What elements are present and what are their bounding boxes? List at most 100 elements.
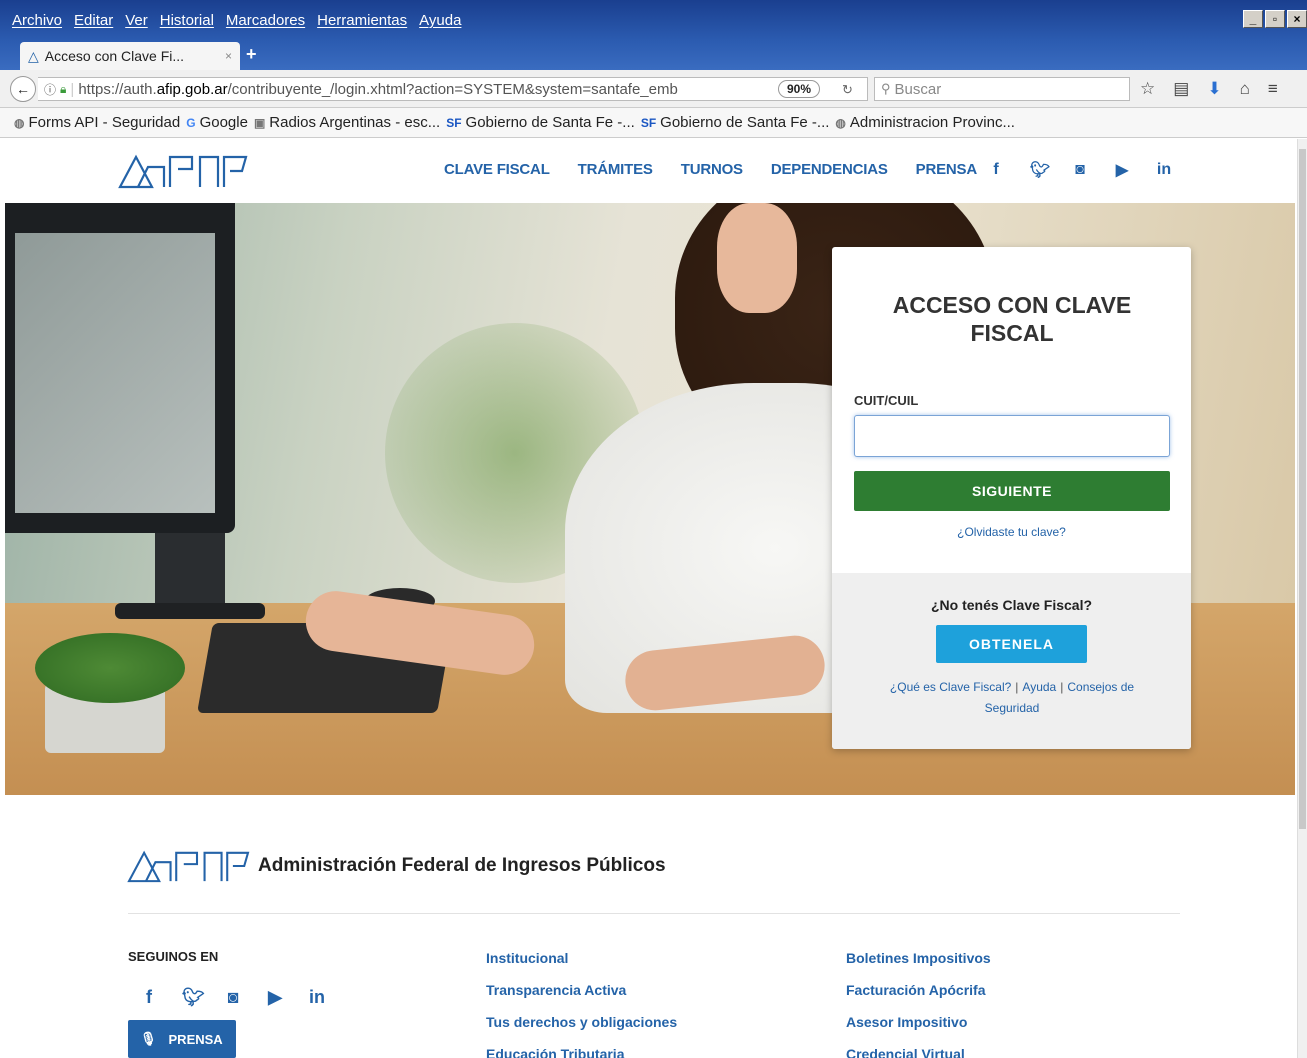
bookmark-star-icon[interactable]: ☆ (1140, 79, 1155, 99)
bookmark-item[interactable]: SF Gobierno de Santa Fe -... (641, 114, 830, 131)
url-bar[interactable]: ⓘ 🔒︎ | https://auth.afip.gob.ar/contribu… (38, 77, 868, 101)
page-scrollbar[interactable] (1297, 139, 1307, 1058)
prensa-label: PRENSA (168, 1031, 223, 1047)
cuit-label: CUIT/CUIL (854, 393, 919, 408)
cuit-input[interactable] (854, 415, 1170, 457)
footer-divider (128, 913, 1180, 914)
forgot-password-link[interactable]: ¿Olvidaste tu clave? (832, 525, 1191, 539)
footer-link[interactable]: Tus derechos y obligaciones (486, 1013, 677, 1031)
tab-close-icon[interactable]: × (225, 49, 232, 63)
menu-herramientas[interactable]: Herramientas (317, 12, 407, 29)
lock-icon: 🔒︎ (60, 81, 67, 96)
footer-links-col1: Institucional Transparencia Activa Tus d… (486, 949, 677, 1058)
afip-logo[interactable] (118, 153, 248, 189)
help-link[interactable]: Ayuda (1022, 680, 1056, 694)
header-social: f 🐦︎ ◙ ▶ in (988, 160, 1172, 180)
facebook-icon[interactable]: f (140, 987, 158, 1008)
url-text: https://auth.afip.gob.ar/contribuyente_/… (78, 80, 678, 98)
site-header: CLAVE FISCAL TRÁMITES TURNOS DEPENDENCIA… (0, 139, 1297, 203)
minimize-icon[interactable]: _ (1243, 10, 1263, 28)
web-page: CLAVE FISCAL TRÁMITES TURNOS DEPENDENCIA… (0, 139, 1297, 1058)
search-input[interactable]: ⚲ Buscar (874, 77, 1130, 101)
window-controls: _ ▫ × (1243, 10, 1307, 28)
instagram-icon[interactable]: ◙ (1072, 161, 1088, 179)
bookmark-item[interactable]: G Google (186, 114, 248, 131)
linkedin-icon[interactable]: in (1156, 161, 1172, 179)
hamburger-menu-icon[interactable]: ≡ (1268, 79, 1278, 99)
afip-footer-logo[interactable] (126, 849, 251, 883)
sf-icon: SF (446, 115, 462, 130)
microphone-icon: 🎙︎ (140, 1031, 157, 1046)
facebook-icon[interactable]: f (988, 161, 1004, 179)
footer-link[interactable]: Institucional (486, 949, 677, 967)
monitor-image (5, 203, 235, 533)
bookmark-item[interactable]: ◍ Administracion Provinc... (835, 114, 1015, 131)
menu-ayuda[interactable]: Ayuda (419, 12, 461, 29)
restore-icon[interactable]: ▫ (1265, 10, 1285, 28)
search-icon: ⚲ (881, 81, 891, 96)
footer-links-col2: Boletines Impositivos Facturación Apócri… (846, 949, 991, 1058)
menu-archivo[interactable]: Archivo (12, 12, 62, 29)
link-separator: | (1015, 680, 1019, 694)
navigation-bar: ← ⓘ 🔒︎ | https://auth.afip.gob.ar/contri… (0, 70, 1307, 108)
globe-icon: ◍ (835, 115, 846, 130)
register-section: ¿No tenés Clave Fiscal? OBTENELA ¿Qué es… (832, 573, 1191, 749)
tab-active[interactable]: △ Acceso con Clave Fi... × (20, 42, 240, 70)
nav-tramites[interactable]: TRÁMITES (578, 161, 653, 178)
linkedin-icon[interactable]: in (308, 987, 326, 1008)
twitter-icon[interactable]: 🐦︎ (1030, 160, 1050, 180)
reload-icon[interactable]: ↻ (842, 82, 853, 98)
tab-strip: △ Acceso con Clave Fi... × + (0, 40, 1307, 70)
twitter-icon[interactable]: 🐦︎ (182, 987, 205, 1008)
footer-link[interactable]: Transparencia Activa (486, 981, 677, 999)
nav-dependencias[interactable]: DEPENDENCIAS (771, 161, 888, 178)
bookmarks-bar: ◍ Forms API - Seguridad G Google ▣ Radios A… (0, 108, 1307, 138)
footer-link[interactable]: Asesor Impositivo (846, 1013, 991, 1031)
youtube-icon[interactable]: ▶ (1114, 160, 1130, 180)
monitor-stand (155, 533, 225, 613)
google-icon: G (186, 115, 196, 130)
instagram-icon[interactable]: ◙ (224, 987, 242, 1008)
scrollbar-thumb[interactable] (1299, 149, 1306, 829)
link-separator: | (1060, 680, 1064, 694)
bookmark-item[interactable]: ◍ Forms API - Seguridad (14, 114, 180, 131)
menu-marcadores[interactable]: Marcadores (226, 12, 305, 29)
close-window-icon[interactable]: × (1287, 10, 1307, 28)
footer-link[interactable]: Boletines Impositivos (846, 949, 991, 967)
footer-social: f 🐦︎ ◙ ▶ in (140, 987, 326, 1008)
nav-prensa[interactable]: PRENSA (916, 161, 978, 178)
new-tab-button[interactable]: + (246, 44, 257, 65)
youtube-icon[interactable]: ▶ (266, 987, 284, 1008)
footer-link[interactable]: Credencial Virtual (846, 1045, 991, 1058)
nav-clave-fiscal[interactable]: CLAVE FISCAL (444, 161, 550, 178)
home-icon[interactable]: ⌂ (1240, 79, 1250, 99)
tab-title: Acceso con Clave Fi... (44, 48, 185, 64)
menu-editar[interactable]: Editar (74, 12, 113, 29)
siguiente-button[interactable]: SIGUIENTE (854, 471, 1170, 511)
download-icon[interactable]: ⬇ (1207, 79, 1221, 99)
organization-name: Administración Federal de Ingresos Públi… (258, 855, 666, 876)
footer-link[interactable]: Educación Tributaria (486, 1045, 677, 1058)
woman-face (717, 203, 797, 313)
afip-favicon-icon: △ (28, 47, 39, 64)
menu-ver[interactable]: Ver (125, 12, 148, 29)
menu-historial[interactable]: Historial (160, 12, 214, 29)
back-button[interactable]: ← (10, 76, 36, 102)
nav-turnos[interactable]: TURNOS (681, 161, 743, 178)
bookmark-item[interactable]: ▣ Radios Argentinas - esc... (254, 114, 440, 131)
footer-link[interactable]: Facturación Apócrifa (846, 981, 991, 999)
prensa-button[interactable]: 🎙︎ PRENSA (128, 1020, 236, 1058)
toolbar-icons: ☆ ▤ ⬇ ⌂ ≡ (1140, 79, 1278, 99)
no-clave-text: ¿No tenés Clave Fiscal? (930, 597, 1093, 613)
zoom-indicator[interactable]: 90% (778, 80, 820, 98)
info-icon[interactable]: ⓘ (44, 81, 56, 98)
bookmark-item[interactable]: SF Gobierno de Santa Fe -... (446, 114, 635, 131)
search-placeholder: Buscar (894, 80, 942, 98)
obtenela-button[interactable]: OBTENELA (936, 625, 1087, 663)
follow-heading: SEGUINOS EN (128, 949, 219, 964)
help-links: ¿Qué es Clave Fiscal? | Ayuda | Consejos de … (862, 677, 1162, 719)
what-is-clave-link[interactable]: ¿Qué es Clave Fiscal? (890, 680, 1011, 694)
reading-list-icon[interactable]: ▤ (1173, 79, 1189, 99)
menu-bar: Archivo Editar Ver Historial Marcadores … (0, 0, 1307, 40)
main-nav: CLAVE FISCAL TRÁMITES TURNOS DEPENDENCIA… (444, 161, 977, 178)
